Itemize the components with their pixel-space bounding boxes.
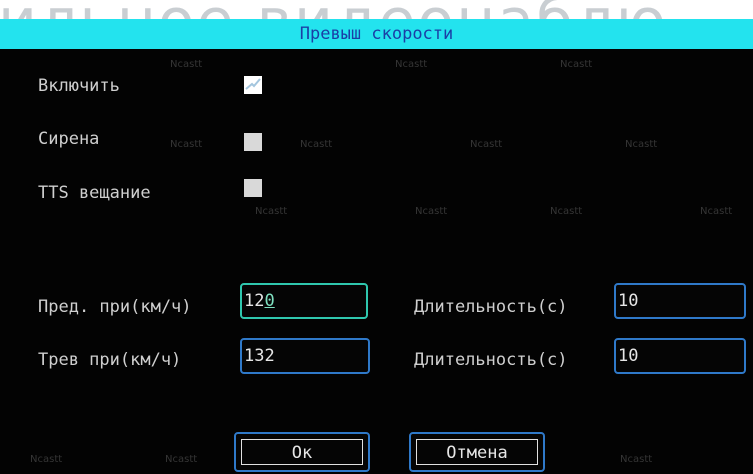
background-mark: Ncastt [470,139,503,150]
background-mark: Ncastt [165,454,198,465]
alarm-speed-label: Трев при(км/ч) [38,350,182,370]
siren-checkbox[interactable] [244,133,262,151]
background-mark: Ncastt [550,206,583,217]
background-mark: Ncastt [30,454,63,465]
title-bar: ильное видеонаблю Превыш скорости [0,0,753,52]
background-mark: Ncastt [560,59,593,70]
warning-speed-cursor-digit: 0 [264,291,275,311]
cancel-button-label: Отмена [416,439,538,465]
enable-checkbox[interactable] [244,76,262,94]
background-mark: Ncastt [395,59,428,70]
background-mark: Ncastt [300,139,333,150]
background-mark: Ncastt [700,206,733,217]
alarm-duration-input[interactable]: 10 [614,338,746,374]
ok-button-label: Ок [241,439,363,465]
alarm-duration-label: Длительность(с) [414,350,568,370]
background-mark: Ncastt [625,139,658,150]
warning-speed-label: Пред. при(км/ч) [38,297,192,317]
checkmark-icon [245,78,261,90]
background-mark: Ncastt [170,139,203,150]
dialog-panel: Ncastt Ncastt Ncastt Ncastt Ncastt Ncast… [0,49,753,474]
alarm-speed-input[interactable]: 132 [240,338,370,374]
warning-speed-value: 12 [244,291,265,311]
cancel-button[interactable]: Отмена [409,432,545,472]
warning-duration-input[interactable]: 10 [614,283,746,319]
background-mark: Ncastt [415,206,448,217]
enable-label: Включить [38,76,120,96]
tts-checkbox[interactable] [244,179,262,197]
ok-button[interactable]: Ок [234,432,370,472]
siren-label: Сирена [38,129,100,149]
dialog-title: Превыш скорости [299,24,454,44]
background-mark: Ncastt [620,454,653,465]
background-mark: Ncastt [170,59,203,70]
warning-speed-input[interactable]: 120 [240,283,368,319]
tts-label: TTS вещание [38,183,151,203]
warning-duration-label: Длительность(с) [414,297,568,317]
background-mark: Ncastt [255,206,288,217]
